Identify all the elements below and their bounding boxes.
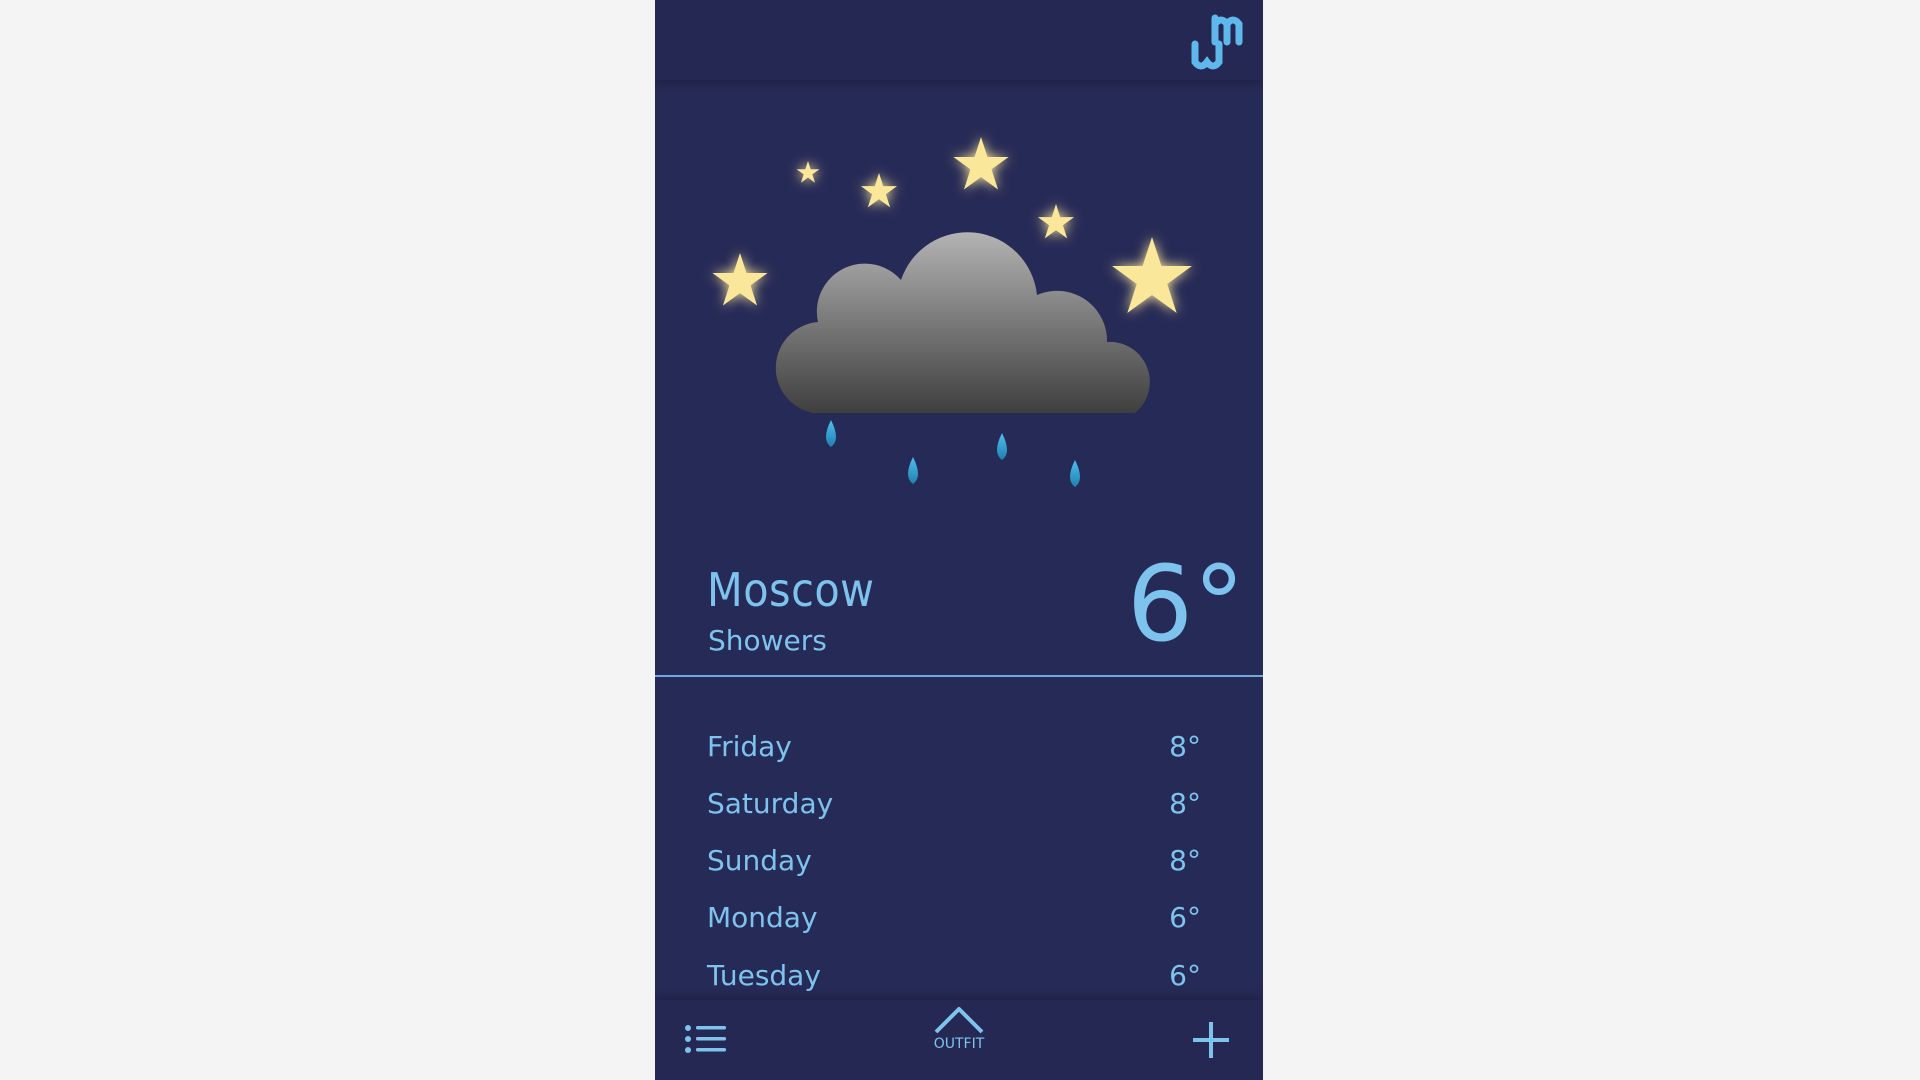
raindrop-icon bbox=[826, 420, 836, 447]
forecast-temp: 8° bbox=[1169, 844, 1201, 877]
cloud-icon bbox=[775, 232, 1150, 413]
star-icon bbox=[860, 173, 898, 208]
star-icon bbox=[712, 253, 768, 306]
star-icon bbox=[1112, 237, 1192, 313]
forecast-row[interactable]: Sunday 8° bbox=[655, 834, 1263, 890]
wm-logo-icon[interactable] bbox=[1191, 12, 1243, 72]
forecast-row[interactable]: Friday 8° bbox=[655, 720, 1263, 776]
night-rain-cloud-icon bbox=[712, 137, 1192, 487]
outfit-button[interactable]: OUTFIT bbox=[919, 1006, 999, 1074]
forecast-list: Friday 8° Saturday 8° Sunday 8° Monday 6… bbox=[655, 720, 1263, 1000]
plus-icon[interactable] bbox=[1189, 1018, 1233, 1062]
weather-condition: Showers bbox=[708, 624, 827, 657]
raindrop-icon bbox=[997, 433, 1007, 460]
weather-app: Moscow Showers 6° Friday 8° Saturday 8° … bbox=[655, 0, 1263, 1080]
forecast-day: Sunday bbox=[707, 844, 812, 877]
divider bbox=[655, 675, 1263, 677]
forecast-day: Saturday bbox=[707, 787, 834, 820]
forecast-temp: 6° bbox=[1169, 959, 1201, 992]
forecast-day: Friday bbox=[707, 730, 792, 763]
current-temperature: 6° bbox=[1126, 543, 1245, 665]
raindrop-icon bbox=[1070, 460, 1080, 487]
list-icon[interactable] bbox=[683, 1018, 729, 1062]
forecast-day: Monday bbox=[707, 901, 818, 934]
forecast-day: Tuesday bbox=[707, 959, 821, 992]
forecast-row[interactable]: Tuesday 6° bbox=[655, 949, 1263, 1005]
star-icon bbox=[796, 161, 820, 183]
city-name: Moscow bbox=[707, 563, 875, 617]
forecast-row[interactable]: Monday 6° bbox=[655, 891, 1263, 947]
star-icon bbox=[1037, 204, 1075, 239]
bottom-nav: OUTFIT bbox=[655, 1000, 1263, 1080]
outfit-label: OUTFIT bbox=[933, 1036, 985, 1052]
forecast-row[interactable]: Saturday 8° bbox=[655, 777, 1263, 833]
raindrop-icon bbox=[908, 457, 918, 484]
forecast-temp: 8° bbox=[1169, 787, 1201, 820]
forecast-temp: 6° bbox=[1169, 901, 1201, 934]
top-bar bbox=[655, 0, 1263, 80]
forecast-temp: 8° bbox=[1169, 730, 1201, 763]
star-icon bbox=[953, 137, 1009, 190]
chevron-up-icon bbox=[934, 1007, 984, 1034]
